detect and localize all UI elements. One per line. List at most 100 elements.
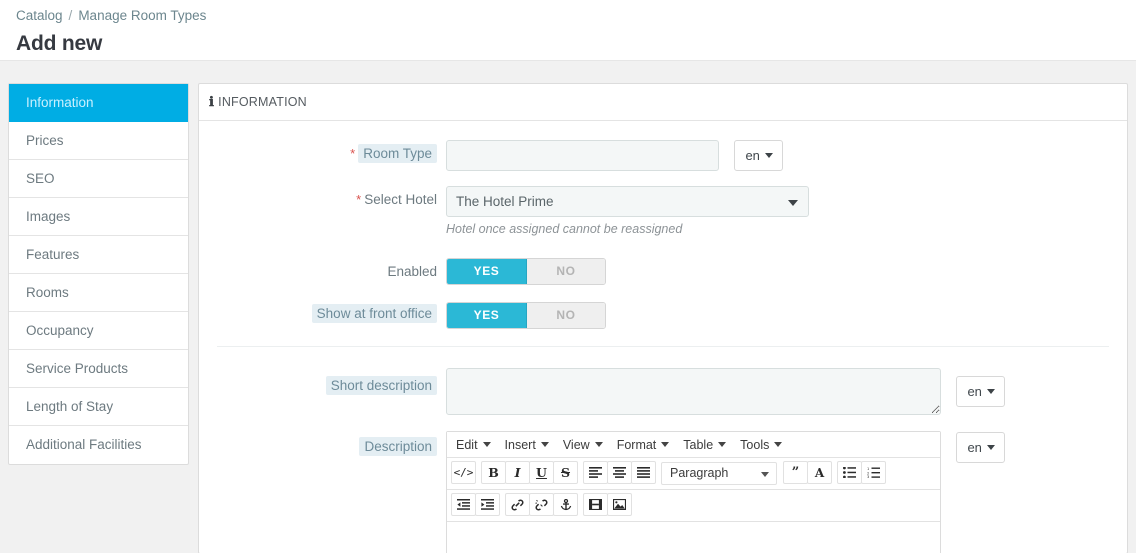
- information-panel: ℹ INFORMATION * Room Type en * Select Hotel: [198, 83, 1128, 553]
- language-code: en: [967, 440, 982, 455]
- form-row-show-front-office: Show at front office YES NO: [199, 302, 1127, 329]
- breadcrumb-separator: /: [68, 8, 73, 23]
- form-row-select-hotel: * Select Hotel The Hotel Prime Hotel once…: [199, 186, 1127, 236]
- editor-toolbar: </> B I U S Paragraph ” A 1 2 3: [447, 458, 940, 490]
- align-left-icon[interactable]: [583, 461, 608, 484]
- sidebar-nav: Information Prices SEO Images Features R…: [8, 83, 189, 465]
- sidebar-item-label: Additional Facilities: [26, 437, 142, 452]
- sidebar-item-features[interactable]: Features: [9, 236, 188, 274]
- media-icon[interactable]: [583, 493, 608, 516]
- chevron-down-icon: [661, 441, 670, 447]
- sidebar-item-length-of-stay[interactable]: Length of Stay: [9, 388, 188, 426]
- sidebar-item-label: Prices: [26, 133, 64, 148]
- short-description-label: Short description: [199, 368, 446, 395]
- description-rich-text-editor: Edit Insert View Format Table Tools </>: [446, 431, 941, 553]
- short-description-language-button[interactable]: en: [956, 376, 1005, 407]
- select-hotel-value: The Hotel Prime: [456, 194, 554, 209]
- sidebar-item-rooms[interactable]: Rooms: [9, 274, 188, 312]
- room-type-language-button[interactable]: en: [734, 140, 783, 171]
- editor-menu-label: Tools: [740, 437, 770, 452]
- panel-title: INFORMATION: [218, 95, 307, 109]
- description-editor-body[interactable]: [447, 522, 940, 553]
- sidebar-item-label: SEO: [26, 171, 55, 186]
- sidebar-item-additional-facilities[interactable]: Additional Facilities: [9, 426, 188, 464]
- numbered-list-icon[interactable]: 123: [861, 461, 886, 484]
- sidebar-item-label: Rooms: [26, 285, 69, 300]
- show-front-office-toggle[interactable]: YES NO: [446, 302, 606, 329]
- chevron-down-icon: [761, 472, 769, 477]
- required-marker: *: [356, 192, 362, 207]
- editor-format-select[interactable]: Paragraph: [661, 462, 777, 485]
- room-type-label: * Room Type: [199, 140, 446, 163]
- editor-menu-format[interactable]: Format: [610, 436, 677, 454]
- info-icon: ℹ: [209, 95, 215, 110]
- room-type-label-text: Room Type: [358, 144, 437, 163]
- outdent-icon[interactable]: [451, 493, 476, 516]
- description-label-text: Description: [359, 437, 437, 456]
- form-row-enabled: Enabled YES NO: [199, 258, 1127, 285]
- enabled-toggle[interactable]: YES NO: [446, 258, 606, 285]
- sidebar-item-seo[interactable]: SEO: [9, 160, 188, 198]
- chevron-down-icon: [482, 441, 491, 447]
- breadcrumb-root-link[interactable]: Catalog: [16, 8, 63, 23]
- source-code-icon[interactable]: </>: [451, 461, 476, 484]
- select-hotel-label: * Select Hotel: [199, 186, 446, 207]
- sidebar-item-prices[interactable]: Prices: [9, 122, 188, 160]
- breadcrumb: Catalog / Manage Room Types: [16, 6, 1136, 26]
- show-front-office-label: Show at front office: [199, 302, 446, 323]
- room-type-input[interactable]: [446, 140, 719, 171]
- enabled-toggle-yes[interactable]: YES: [447, 259, 527, 284]
- panel-header: ℹ INFORMATION: [199, 84, 1127, 121]
- anchor-icon[interactable]: [553, 493, 578, 516]
- editor-menu-label: Edit: [456, 437, 478, 452]
- editor-menu-edit[interactable]: Edit: [449, 436, 498, 454]
- short-description-label-text: Short description: [325, 376, 437, 395]
- select-hotel-dropdown[interactable]: The Hotel Prime: [446, 186, 809, 217]
- breadcrumb-current-link[interactable]: Manage Room Types: [78, 8, 206, 23]
- unlink-icon[interactable]: [529, 493, 554, 516]
- bold-icon[interactable]: B: [481, 461, 506, 484]
- text-color-icon[interactable]: A: [807, 461, 832, 484]
- svg-text:3: 3: [867, 475, 869, 478]
- editor-menu-view[interactable]: View: [556, 436, 610, 454]
- image-icon[interactable]: [607, 493, 632, 516]
- bullet-list-icon[interactable]: [837, 461, 862, 484]
- language-code: en: [967, 384, 982, 399]
- editor-menu-label: Table: [683, 437, 714, 452]
- strikethrough-icon[interactable]: S: [553, 461, 578, 484]
- chevron-down-icon: [788, 200, 798, 206]
- underline-icon[interactable]: U: [529, 461, 554, 484]
- enabled-toggle-no[interactable]: NO: [527, 259, 605, 284]
- chevron-down-icon: [986, 445, 995, 451]
- chevron-down-icon: [764, 153, 773, 159]
- blockquote-icon[interactable]: ”: [783, 461, 808, 484]
- sidebar-item-label: Information: [26, 95, 94, 110]
- show-front-office-toggle-yes[interactable]: YES: [447, 303, 527, 328]
- sidebar-item-images[interactable]: Images: [9, 198, 188, 236]
- link-icon[interactable]: [505, 493, 530, 516]
- editor-menu-table[interactable]: Table: [676, 436, 733, 454]
- align-center-icon[interactable]: [607, 461, 632, 484]
- editor-menu-label: View: [562, 437, 590, 452]
- editor-menu-label: Insert: [504, 437, 536, 452]
- show-front-office-toggle-no[interactable]: NO: [527, 303, 605, 328]
- content-area: Information Prices SEO Images Features R…: [0, 60, 1136, 553]
- form-row-room-type: * Room Type en: [199, 140, 1127, 171]
- italic-icon[interactable]: I: [505, 461, 530, 484]
- editor-menu-label: Format: [616, 437, 657, 452]
- indent-icon[interactable]: [475, 493, 500, 516]
- select-hotel-label-text: Select Hotel: [364, 192, 437, 207]
- editor-menu-insert[interactable]: Insert: [498, 436, 556, 454]
- language-code: en: [745, 148, 760, 163]
- editor-menu-tools[interactable]: Tools: [733, 436, 789, 454]
- enabled-label: Enabled: [199, 258, 446, 279]
- sidebar-item-service-products[interactable]: Service Products: [9, 350, 188, 388]
- enabled-label-text: Enabled: [387, 264, 437, 279]
- chevron-down-icon: [594, 441, 603, 447]
- description-language-button[interactable]: en: [956, 432, 1005, 463]
- page-header: Catalog / Manage Room Types Add new: [0, 0, 1136, 60]
- short-description-textarea[interactable]: [446, 368, 941, 415]
- sidebar-item-occupancy[interactable]: Occupancy: [9, 312, 188, 350]
- align-justify-icon[interactable]: [631, 461, 656, 484]
- sidebar-item-information[interactable]: Information: [9, 84, 188, 122]
